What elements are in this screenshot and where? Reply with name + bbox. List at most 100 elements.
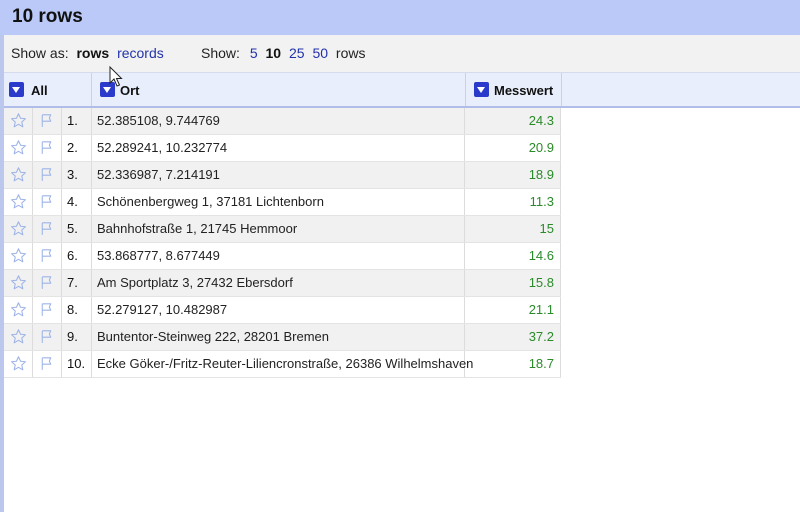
table-row: 8. 52.279127, 10.482987 21.1 bbox=[4, 297, 561, 324]
view-controls: Show as: rows records Show: 5 10 25 50 r… bbox=[4, 35, 800, 73]
messwert-value: 11.3 bbox=[529, 194, 554, 209]
messwert-value: 15 bbox=[539, 221, 554, 236]
mode-rows-option[interactable]: rows bbox=[76, 45, 109, 61]
messwert-cell[interactable]: 18.9 bbox=[464, 162, 561, 188]
page-size-25-link[interactable]: 25 bbox=[289, 45, 305, 61]
table-header: All Ort Messwert bbox=[4, 73, 800, 108]
table-row: 2. 52.289241, 10.232774 20.9 bbox=[4, 135, 561, 162]
all-column-menu-dropdown-arrow-icon[interactable] bbox=[9, 82, 24, 97]
ort-value: Bahnhofstraße 1, 21745 Hemmoor bbox=[97, 221, 298, 236]
column-header-messwert: Messwert bbox=[466, 73, 562, 106]
ort-value: Ecke Göker-/Fritz-Reuter-Liliencronstraß… bbox=[97, 356, 474, 371]
row-index-cell: 7. bbox=[61, 270, 92, 296]
row-index-cell: 6. bbox=[61, 243, 92, 269]
row-star-cell bbox=[4, 297, 33, 323]
column-header-all: All bbox=[4, 73, 92, 106]
messwert-cell[interactable]: 20.9 bbox=[464, 135, 561, 161]
table-row: 4. Schönenbergweg 1, 37181 Lichtenborn 11.… bbox=[4, 189, 561, 216]
messwert-value: 14.6 bbox=[528, 248, 554, 263]
messwert-cell[interactable]: 21.1 bbox=[464, 297, 561, 323]
row-flag-cell bbox=[32, 216, 62, 242]
page-size-group: Show: 5 10 25 50 rows bbox=[201, 45, 369, 61]
row-star-cell bbox=[4, 216, 33, 242]
row-index-cell: 1. bbox=[61, 108, 92, 134]
row-flag-cell bbox=[32, 324, 62, 350]
table-row: 6. 53.868777, 8.677449 14.6 bbox=[4, 243, 561, 270]
messwert-value: 37.2 bbox=[528, 329, 554, 344]
ort-cell[interactable]: 52.336987, 7.214191 bbox=[91, 162, 465, 188]
ort-cell[interactable]: 52.279127, 10.482987 bbox=[91, 297, 465, 323]
row-index: 7. bbox=[67, 275, 78, 290]
ort-cell[interactable]: Buntentor-Steinweg 222, 28201 Bremen bbox=[91, 324, 465, 350]
mode-records-link[interactable]: records bbox=[117, 45, 164, 61]
messwert-cell[interactable]: 15.8 bbox=[464, 270, 561, 296]
messwert-value: 18.9 bbox=[528, 167, 554, 182]
row-index-cell: 4. bbox=[61, 189, 92, 215]
row-flag-cell bbox=[32, 351, 62, 377]
row-flag-cell bbox=[32, 162, 62, 188]
show-label: Show: bbox=[201, 45, 240, 61]
ort-cell[interactable]: Ecke Göker-/Fritz-Reuter-Liliencronstraß… bbox=[91, 351, 473, 377]
messwert-value: 24.3 bbox=[528, 113, 554, 128]
row-index: 6. bbox=[67, 248, 78, 263]
show-as-label: Show as: bbox=[11, 45, 69, 61]
row-index-cell: 10. bbox=[61, 351, 92, 377]
row-index: 9. bbox=[67, 329, 78, 344]
page-size-10-current[interactable]: 10 bbox=[266, 45, 282, 61]
row-index-cell: 5. bbox=[61, 216, 92, 242]
ort-cell[interactable]: 53.868777, 8.677449 bbox=[91, 243, 465, 269]
page-size-50-link[interactable]: 50 bbox=[312, 45, 328, 61]
table-row: 5. Bahnhofstraße 1, 21745 Hemmoor 15 bbox=[4, 216, 561, 243]
messwert-cell[interactable]: 11.3 bbox=[464, 189, 561, 215]
ort-value: 52.279127, 10.482987 bbox=[97, 302, 228, 317]
row-index-cell: 3. bbox=[61, 162, 92, 188]
row-index: 1. bbox=[67, 113, 78, 128]
row-index-cell: 9. bbox=[61, 324, 92, 350]
row-flag-cell bbox=[32, 135, 62, 161]
messwert-cell[interactable]: 14.6 bbox=[464, 243, 561, 269]
messwert-cell[interactable]: 15 bbox=[464, 216, 561, 242]
row-flag-cell bbox=[32, 270, 62, 296]
messwert-cell[interactable]: 24.3 bbox=[464, 108, 561, 134]
ort-cell[interactable]: 52.289241, 10.232774 bbox=[91, 135, 465, 161]
row-star-cell bbox=[4, 162, 33, 188]
table-row: 3. 52.336987, 7.214191 18.9 bbox=[4, 162, 561, 189]
page-title: 10 rows bbox=[12, 6, 83, 27]
row-star-cell bbox=[4, 324, 33, 350]
row-flag-cell bbox=[32, 243, 62, 269]
messwert-cell[interactable]: 37.2 bbox=[464, 324, 561, 350]
row-star-cell bbox=[4, 351, 33, 377]
row-star-cell bbox=[4, 270, 33, 296]
messwert-value: 18.7 bbox=[528, 356, 554, 371]
ort-cell[interactable]: Am Sportplatz 3, 27432 Ebersdorf bbox=[91, 270, 465, 296]
ort-value: 52.336987, 7.214191 bbox=[97, 167, 220, 182]
table-row: 10. Ecke Göker-/Fritz-Reuter-Liliencronst… bbox=[4, 351, 561, 378]
row-index: 3. bbox=[67, 167, 78, 182]
row-star-cell bbox=[4, 243, 33, 269]
page-size-5-link[interactable]: 5 bbox=[250, 45, 258, 61]
column-header-all-label: All bbox=[31, 83, 48, 98]
column-header-messwert-label: Messwert bbox=[494, 83, 554, 98]
row-star-cell bbox=[4, 108, 33, 134]
title-bar: 10 rows bbox=[0, 0, 800, 35]
ort-cell[interactable]: 52.385108, 9.744769 bbox=[91, 108, 465, 134]
ort-value: 52.385108, 9.744769 bbox=[97, 113, 220, 128]
rows-suffix: rows bbox=[335, 45, 366, 61]
row-index: 5. bbox=[67, 221, 78, 236]
messwert-column-menu-dropdown-arrow-icon[interactable] bbox=[474, 82, 489, 97]
row-index: 4. bbox=[67, 194, 78, 209]
table-body: 1. 52.385108, 9.744769 24.3 2. 52.289241, 10… bbox=[4, 108, 561, 378]
ort-cell[interactable]: Schönenbergweg 1, 37181 Lichtenborn bbox=[91, 189, 465, 215]
row-flag-cell bbox=[32, 189, 62, 215]
messwert-value: 15.8 bbox=[528, 275, 554, 290]
row-index: 2. bbox=[67, 140, 78, 155]
messwert-value: 20.9 bbox=[528, 140, 554, 155]
ort-value: 53.868777, 8.677449 bbox=[97, 248, 220, 263]
messwert-cell[interactable]: 18.7 bbox=[464, 351, 561, 377]
row-star-cell bbox=[4, 135, 33, 161]
table-row: 7. Am Sportplatz 3, 27432 Ebersdorf 15.8 bbox=[4, 270, 561, 297]
ort-cell[interactable]: Bahnhofstraße 1, 21745 Hemmoor bbox=[91, 216, 465, 242]
ort-value: Schönenbergweg 1, 37181 Lichtenborn bbox=[97, 194, 324, 209]
table-row: 1. 52.385108, 9.744769 24.3 bbox=[4, 108, 561, 135]
row-index-cell: 2. bbox=[61, 135, 92, 161]
